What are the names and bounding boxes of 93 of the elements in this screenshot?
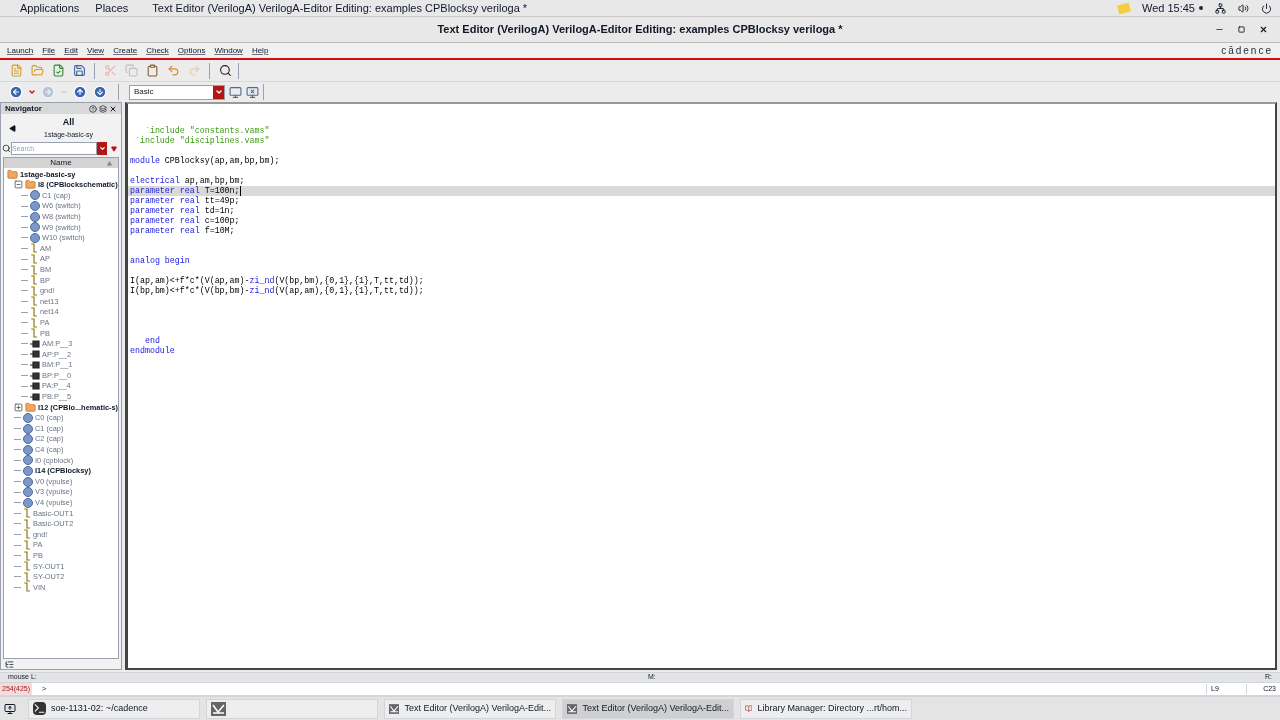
collapse-icon[interactable] (14, 180, 23, 190)
menu-item[interactable]: Help (251, 44, 269, 57)
folder-icon (25, 179, 36, 191)
float-icon[interactable] (99, 104, 107, 113)
sort-icon (107, 160, 112, 166)
dropdown-button[interactable] (213, 85, 224, 99)
code-line: parameter real td=1n; (130, 206, 235, 216)
code-line: parameter real tt=49p; (130, 196, 240, 206)
menu-item[interactable]: Check (146, 44, 169, 57)
instance-icon (30, 211, 40, 222)
expand-icon[interactable] (14, 402, 23, 412)
code-line: I(ap,am)<+f*c*(V(ap,am)-zi_nd(V(bp,bm),{0,1},{1},T,tt,td)); (130, 276, 424, 286)
volume-icon[interactable] (1238, 2, 1249, 14)
pin-icon (30, 361, 40, 369)
instance-icon (30, 190, 40, 201)
instance-icon (23, 497, 33, 508)
folder-icon (7, 168, 18, 180)
search-button[interactable] (217, 62, 233, 79)
logo: cādence (1221, 44, 1273, 58)
column-header[interactable]: Name (4, 158, 118, 168)
search-icon (2, 144, 11, 153)
code-line: endmodule (130, 346, 175, 356)
top-menu[interactable]: Applications (20, 0, 80, 17)
scope-label: All (62, 116, 75, 129)
code-line: end (143, 336, 160, 346)
down-button[interactable] (92, 84, 108, 100)
window-title: Text Editor (VerilogA) VerilogA-Editor Editing: examples CPBlocksy veriloga * (437, 22, 843, 38)
book-icon (745, 702, 753, 715)
app-icon (567, 701, 578, 716)
code-line: analog begin (130, 256, 190, 266)
hierarchy-icon[interactable] (5, 659, 14, 669)
folder-icon (25, 401, 36, 413)
code-line: module CPBlocksy(ap,am,bp,bm); (130, 156, 280, 166)
close-icon[interactable] (109, 104, 117, 113)
taskbar-item[interactable]: soe-1131-02: ~/cadence (28, 698, 200, 719)
menu-item[interactable]: View (86, 44, 105, 57)
save-button[interactable] (71, 62, 87, 79)
pin-icon (30, 350, 40, 359)
text-cursor (239, 186, 241, 196)
pin-icon (30, 382, 40, 391)
dropdown-button[interactable] (97, 142, 107, 155)
caret-icon (214, 88, 223, 96)
taskbar-item[interactable]: Text Editor (VerilogA) VerilogA-Edit... (384, 698, 556, 719)
instance-icon (30, 232, 40, 243)
workspace-dropdown[interactable]: Basic (129, 84, 225, 100)
help-icon[interactable] (89, 104, 97, 113)
network-icon[interactable] (1215, 2, 1226, 14)
instance-icon (23, 476, 33, 487)
menu-item[interactable]: Edit (64, 44, 78, 57)
menu-item[interactable]: Options (177, 44, 206, 57)
instance-icon (23, 487, 33, 498)
panel-title: Navigator (5, 102, 42, 115)
code-line: `include "constants.vams" (143, 126, 270, 136)
menu-item[interactable]: Launch (7, 44, 34, 57)
taskbar-item[interactable]: Library Manager: Directory ...rt/hom... (740, 698, 912, 719)
close-icon[interactable] (1259, 25, 1268, 34)
up-button[interactable] (72, 84, 88, 100)
code-line: `include "disciplines.vams" (133, 136, 270, 146)
app-icon (389, 701, 400, 716)
clock[interactable]: Wed 15:45 (1142, 0, 1195, 17)
caret-icon[interactable] (28, 88, 36, 96)
terminal-icon (33, 702, 46, 715)
instance-icon (23, 455, 33, 466)
instance-icon (23, 465, 33, 476)
show-desktop-icon[interactable] (4, 702, 16, 715)
code-line: parameter real c=100p; (130, 216, 240, 226)
code-line: parameter real T=100n; (130, 186, 240, 196)
pin-icon (30, 339, 40, 348)
taskbar-item[interactable]: Text Editor (VerilogA) VerilogA-Edit... (562, 698, 734, 719)
window-icon[interactable] (229, 85, 242, 99)
back-icon[interactable] (9, 124, 16, 132)
back-button[interactable] (8, 84, 24, 100)
app-title: Text Editor (VerilogA) VerilogA-Editor Editing: examples CPBlocksy veriloga * (152, 0, 528, 16)
app-icon (211, 701, 226, 716)
window-close-icon[interactable] (246, 85, 259, 99)
code-line: electrical ap,am,bp,bm; (130, 176, 245, 186)
menu-item[interactable]: Window (214, 44, 243, 57)
top-menu[interactable]: Places (95, 0, 129, 17)
instance-icon (23, 412, 33, 423)
instance-icon (23, 423, 33, 434)
code-line: parameter real f=10M; (130, 226, 235, 236)
pin-icon (30, 371, 40, 380)
instance-icon (30, 201, 40, 212)
maximize-icon[interactable] (1238, 26, 1245, 33)
pin-icon (30, 392, 40, 401)
menu-item[interactable]: Create (113, 44, 138, 57)
power-icon[interactable] (1261, 2, 1272, 14)
instance-icon (23, 434, 33, 445)
instance-icon (30, 222, 40, 233)
menu-item[interactable]: File (42, 44, 56, 57)
code-line: I(bp,bm)<+f*c*(V(bp,bm)-zi_nd(V(ap,am),{0,1},{1},T,tt,td)); (130, 286, 424, 296)
instance-icon (23, 444, 33, 455)
taskbar-item[interactable] (206, 698, 378, 719)
